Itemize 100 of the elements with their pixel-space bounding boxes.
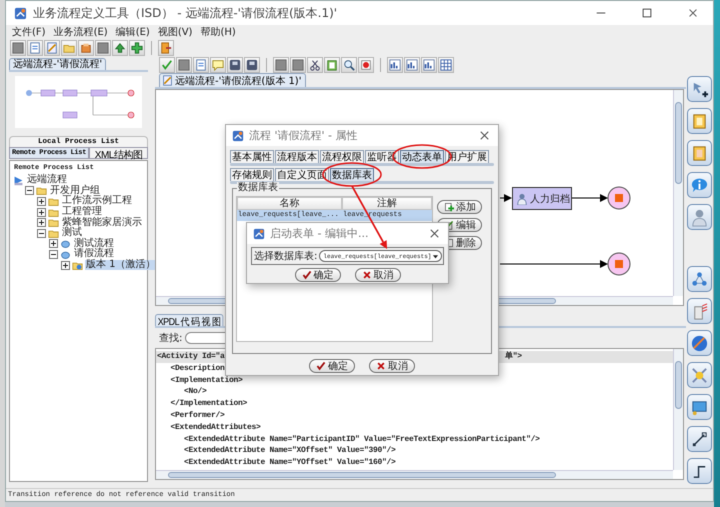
scissors-icon — [309, 58, 321, 70]
tool-button[interactable] — [687, 394, 712, 420]
tab[interactable]: 流程版本 — [275, 150, 319, 163]
toolbar-button[interactable] — [227, 56, 243, 72]
tree-item[interactable]: 工程管理 — [61, 207, 103, 218]
square-icon — [275, 58, 287, 70]
app-icon — [14, 6, 27, 20]
close-icon — [687, 7, 699, 19]
tab[interactable]: 数据库表 — [330, 168, 374, 181]
toolbar-button[interactable] — [244, 56, 260, 72]
expander-icon[interactable] — [49, 239, 58, 248]
toolbar-button[interactable] — [158, 40, 174, 56]
menu-item[interactable]: 编辑(E) — [116, 25, 150, 39]
grid-icon — [440, 58, 452, 70]
column-header: 注解 — [342, 197, 432, 210]
connector-arrow — [572, 194, 608, 202]
search-icon — [343, 58, 355, 70]
ok-button[interactable]: 确定 — [294, 268, 340, 282]
toolbar-button[interactable] — [421, 56, 437, 72]
toolbar-button[interactable] — [404, 56, 420, 72]
tree-item[interactable]: 测试流程 — [73, 238, 115, 249]
end-event-node — [608, 186, 630, 210]
toolbar-button[interactable] — [307, 56, 323, 72]
toolbar-button[interactable] — [358, 56, 374, 72]
tab[interactable]: 动态表单 — [400, 150, 444, 163]
cancel-button[interactable]: 取消 — [369, 359, 415, 373]
toolbar-button[interactable] — [176, 56, 192, 72]
process-icon — [60, 238, 71, 250]
app-icon — [253, 228, 265, 240]
speech-bubble-icon — [212, 58, 224, 70]
expander-icon[interactable] — [49, 250, 58, 259]
expander-icon[interactable] — [37, 228, 46, 238]
view-tab[interactable]: 远端流程-'请假流程' — [9, 58, 106, 70]
square-icon — [292, 58, 304, 70]
tab[interactable]: 流程权限 — [320, 150, 364, 163]
document-icon — [195, 58, 207, 70]
code-line: <ExtendedAttribute Name="YOffset" Value="160"/> — [183, 457, 396, 469]
tool-button[interactable] — [687, 426, 712, 452]
menu-item[interactable]: 视图(V) — [158, 25, 192, 39]
dialog-title: 流程 '请假流程' - 属性 — [249, 128, 359, 143]
toolbar-button[interactable] — [95, 40, 111, 56]
tab[interactable]: 基本属性 — [230, 150, 274, 163]
toolbar-button[interactable] — [387, 56, 403, 72]
code-line: <ExtendedAttributes> — [170, 422, 261, 434]
add-button[interactable]: 添加 — [437, 200, 482, 214]
globe-icon — [690, 334, 709, 352]
check-icon — [316, 361, 326, 371]
toolbar-button[interactable] — [10, 40, 26, 56]
scrollbar[interactable] — [673, 90, 683, 296]
tab[interactable]: 存储规则 — [230, 168, 274, 181]
search-label: 查找: — [159, 332, 182, 345]
menu-item[interactable]: 文件(F) — [12, 25, 46, 39]
tool-button[interactable] — [687, 76, 712, 102]
toolbar-button[interactable] — [341, 56, 357, 72]
toolbar-button[interactable] — [112, 40, 128, 56]
expander-icon[interactable] — [61, 260, 70, 270]
code-line: <Implementation> — [170, 374, 243, 386]
scrollbar[interactable] — [156, 470, 673, 479]
tree-item[interactable]: 测试 — [61, 228, 83, 238]
toolbar-button[interactable] — [438, 56, 454, 72]
expander-icon[interactable] — [25, 186, 34, 196]
expander-icon[interactable] — [37, 218, 46, 228]
ok-button[interactable]: 确定 — [309, 359, 355, 373]
cancel-button[interactable]: 取消 — [354, 268, 400, 282]
tree-item[interactable]: 紫蜂智能家居演示 — [61, 218, 143, 228]
network-icon — [690, 270, 709, 288]
editor-tab[interactable]: 远端流程-'请假流程(版本 1)' — [159, 73, 306, 87]
person-icon — [516, 192, 528, 204]
menu-item[interactable]: 业务流程(E) — [54, 25, 108, 39]
window-title: 业务流程定义工具（ISD） - 远端流程-'请假流程(版本.1)' — [33, 4, 338, 22]
toolbar-button[interactable] — [290, 56, 306, 72]
expander-icon[interactable] — [37, 208, 46, 217]
tree-item[interactable]: 工作流示例工程 — [61, 196, 133, 206]
task-node[interactable]: 人力归档 — [512, 187, 572, 210]
code-view-tab[interactable]: XPDL 代 码 视 图 — [155, 314, 224, 326]
close-icon — [428, 227, 441, 240]
tree-item[interactable]: 版本 1（激活） — [85, 260, 157, 270]
toolbar-button[interactable] — [273, 56, 289, 72]
square-icon — [178, 58, 190, 70]
code-line: <Performer/> — [170, 410, 225, 422]
group-title: 数据库表 — [237, 182, 279, 194]
tool-button[interactable] — [687, 458, 712, 484]
code-line: <No/> — [183, 386, 207, 398]
menu-item[interactable]: 帮助(H) — [200, 25, 236, 39]
scrollbar[interactable] — [673, 349, 683, 470]
expander-icon[interactable] — [37, 196, 46, 206]
tree-item[interactable]: 开发用户组 — [49, 186, 101, 196]
code-line: 单"> — [504, 351, 522, 363]
sun-icon — [690, 366, 709, 384]
cross-icon — [376, 361, 386, 371]
square-icon — [12, 42, 24, 54]
tree-item[interactable]: 远端流程 — [26, 175, 68, 186]
toolbar-button[interactable] — [78, 40, 94, 56]
list-tab[interactable]: XML结构图 — [89, 147, 148, 159]
tree-item[interactable]: 请假流程 — [73, 249, 115, 260]
toolbar-button[interactable] — [129, 40, 145, 56]
pencil-icon — [162, 75, 173, 86]
toolbar-button[interactable] — [324, 56, 340, 72]
clipboard-icon — [326, 58, 338, 70]
stop-icon — [360, 58, 372, 70]
